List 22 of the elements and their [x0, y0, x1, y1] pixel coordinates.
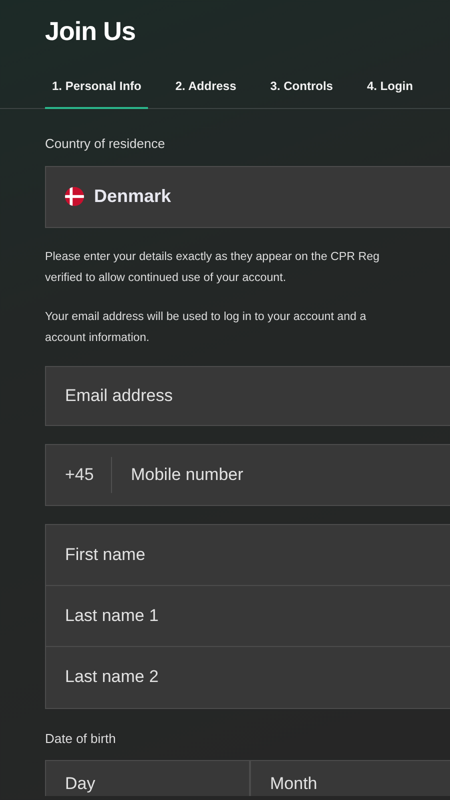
email-field[interactable]: Email address	[45, 366, 450, 426]
step-tab[interactable]: 2. Address	[168, 77, 244, 109]
field-label: Date of birth	[45, 730, 117, 748]
flag-icon	[65, 187, 84, 206]
step-tab[interactable]: 4. Login	[360, 77, 420, 109]
date-select[interactable]: Month	[249, 760, 450, 796]
name-field[interactable]: First name	[46, 524, 450, 586]
date-select[interactable]: Day	[45, 760, 249, 796]
step-tab[interactable]: 1. Personal Info	[45, 77, 148, 109]
info-text: Please enter your details exactly as they appear on the CPR Reg	[45, 248, 380, 264]
page-title: Join Us	[45, 15, 136, 48]
country-value: Denmark	[94, 185, 172, 208]
step-tab[interactable]: 3. Controls	[263, 77, 340, 109]
mobile-number-field[interactable]: Mobile number	[112, 444, 450, 506]
country-code: +45	[45, 444, 112, 506]
info-text: verified to allow continued use of your account.	[45, 270, 288, 286]
field-label: Country of residence	[45, 135, 166, 153]
info-text: account information.	[45, 330, 150, 346]
name-field[interactable]: Last name 1	[46, 586, 450, 646]
name-field[interactable]: Last name 2	[46, 646, 450, 708]
info-text: Your email address will be used to log in to your account and a	[45, 308, 368, 324]
country-select[interactable]: Denmark	[45, 166, 450, 228]
